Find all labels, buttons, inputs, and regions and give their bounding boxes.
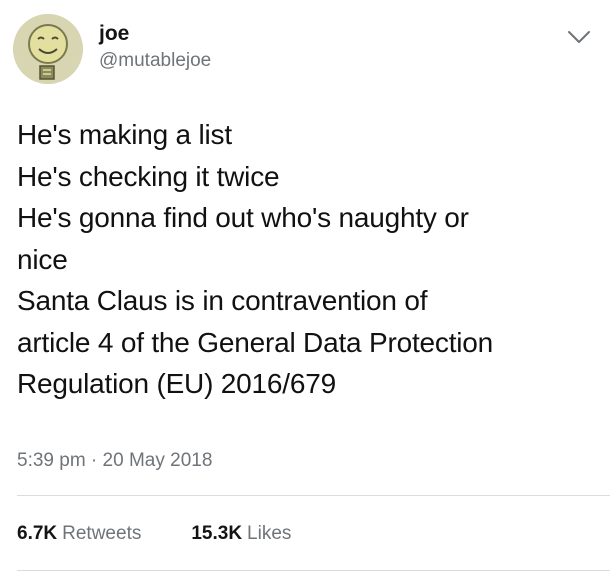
divider <box>17 495 610 496</box>
retweets-label: Retweets <box>62 523 142 544</box>
avatar[interactable] <box>13 14 83 84</box>
likes-label: Likes <box>247 523 292 544</box>
tweet-card: joe @mutablejoe He's making a list He's … <box>0 0 610 575</box>
tweet-timestamp[interactable]: 5:39 pm · 20 May 2018 <box>17 449 212 473</box>
smiley-face-avatar-icon <box>13 14 83 84</box>
author-names: joe @mutablejoe <box>99 21 211 73</box>
tweet-line: article 4 of the General Data Protection <box>17 326 494 358</box>
user-handle[interactable]: @mutablejoe <box>99 49 211 73</box>
divider <box>17 570 610 571</box>
likes-count: 15.3K <box>191 523 243 544</box>
tweet-header: joe @mutablejoe <box>13 14 211 84</box>
tweet-stats: 6.7K Retweets 15.3K Likes <box>17 522 291 546</box>
tweet-line: He's making a list <box>17 119 232 150</box>
tweet-text: He's making a list He's checking it twic… <box>17 114 602 405</box>
tweet-line: Regulation (EU) 2016/679 <box>17 368 336 399</box>
likes-stat[interactable]: 15.3K Likes <box>191 522 291 546</box>
chevron-down-icon[interactable] <box>566 28 592 46</box>
retweets-count: 6.7K <box>17 523 58 544</box>
tweet-line: Santa Claus is in contravention of <box>17 285 428 316</box>
tweet-line: nice <box>17 243 68 275</box>
display-name[interactable]: joe <box>99 21 211 47</box>
retweets-stat[interactable]: 6.7K Retweets <box>17 522 141 546</box>
tweet-line: He's gonna find out who's naughty or <box>17 202 469 233</box>
tweet-line: He's checking it twice <box>17 160 280 192</box>
